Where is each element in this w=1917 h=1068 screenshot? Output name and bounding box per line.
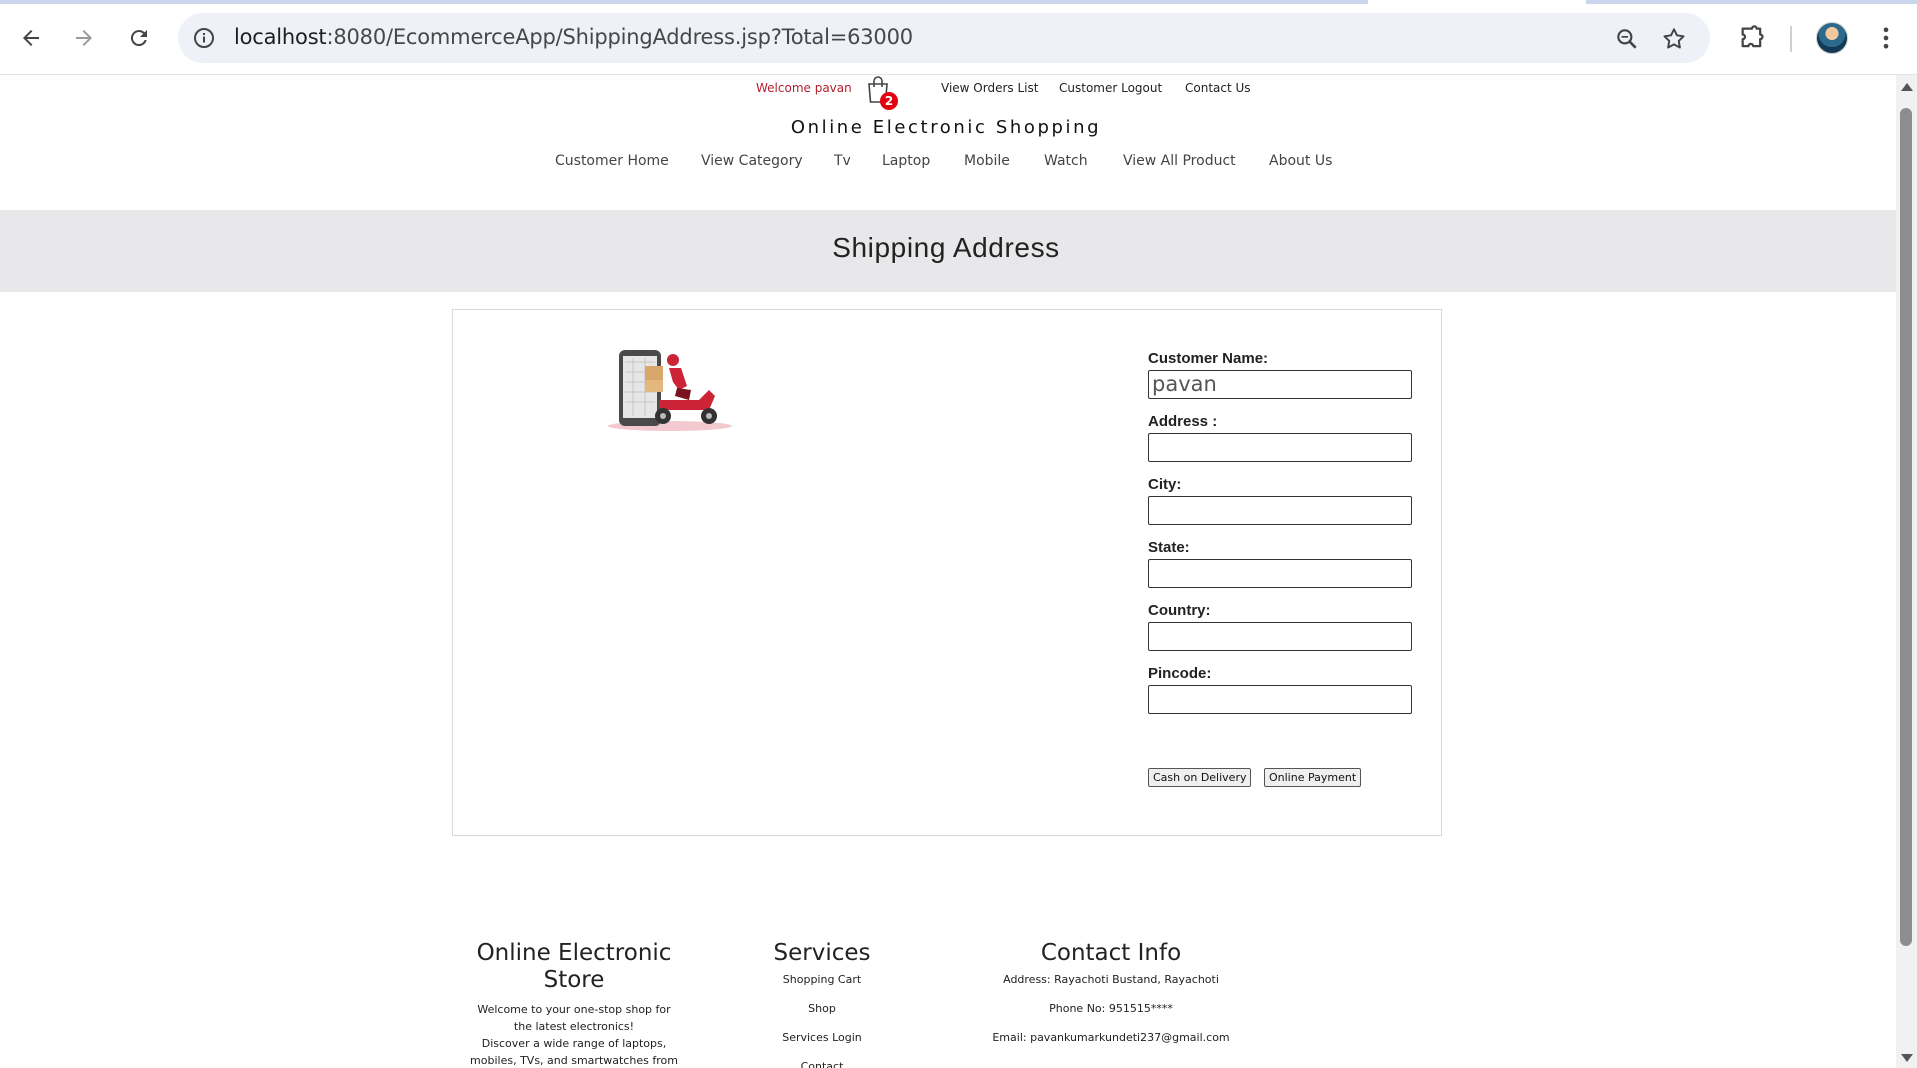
scroll-up-arrow-icon[interactable] bbox=[1901, 83, 1913, 91]
cash-on-delivery-button[interactable]: Cash on Delivery bbox=[1148, 768, 1252, 787]
footer-store-line: mobiles, TVs, and smartwatches from bbox=[470, 1054, 678, 1067]
state-input[interactable] bbox=[1148, 559, 1412, 588]
page-banner: Shipping Address bbox=[0, 210, 1896, 292]
footer-contact-email: Email: pavankumarkundeti237@gmail.com bbox=[992, 1031, 1230, 1044]
reload-icon[interactable] bbox=[119, 18, 159, 58]
menu-laptop[interactable]: Laptop bbox=[882, 153, 930, 169]
customer-name-input[interactable]: pavan bbox=[1148, 370, 1412, 399]
pincode-input[interactable] bbox=[1148, 685, 1412, 714]
address-label: Address : bbox=[1148, 413, 1218, 430]
page-content: Welcome pavan 2 View Orders List Custome… bbox=[0, 75, 1896, 1068]
bookmark-star-icon[interactable] bbox=[1661, 26, 1687, 52]
cart-count-badge: 2 bbox=[880, 92, 898, 110]
footer-store-line: the latest electronics! bbox=[513, 1020, 635, 1033]
menu-view-all-product[interactable]: View All Product bbox=[1123, 153, 1236, 169]
menu-mobile[interactable]: Mobile bbox=[964, 153, 1010, 169]
profile-avatar[interactable] bbox=[1816, 22, 1848, 54]
city-label: City: bbox=[1148, 476, 1182, 493]
customer-name-label: Customer Name: bbox=[1148, 350, 1269, 367]
tab-strip bbox=[0, 0, 1917, 4]
menu-watch[interactable]: Watch bbox=[1044, 153, 1088, 169]
top-bar: Welcome pavan 2 View Orders List Custome… bbox=[0, 75, 1896, 115]
country-input[interactable] bbox=[1148, 622, 1412, 651]
menu-customer-home[interactable]: Customer Home bbox=[555, 153, 669, 169]
customer-logout-link[interactable]: Customer Logout bbox=[1059, 81, 1162, 95]
city-input[interactable] bbox=[1148, 496, 1412, 525]
forward-arrow-icon[interactable] bbox=[64, 18, 104, 58]
footer-store-line: Discover a wide range of laptops, bbox=[481, 1037, 667, 1050]
delivery-scooter-illustration bbox=[608, 350, 732, 431]
footer-link-shop[interactable]: Shop bbox=[752, 1000, 892, 1017]
state-label: State: bbox=[1148, 539, 1190, 556]
menu-tv[interactable]: Tv bbox=[834, 153, 851, 169]
page-title: Shipping Address bbox=[832, 232, 1060, 263]
footer-contact-phone: Phone No: 951515**** bbox=[1049, 1002, 1173, 1015]
site-info-icon[interactable] bbox=[192, 26, 216, 50]
footer-contact-address: Address: Rayachoti Bustand, Rayachoti bbox=[1003, 973, 1219, 986]
menu-view-category[interactable]: View Category bbox=[701, 153, 803, 169]
menu-about-us[interactable]: About Us bbox=[1269, 153, 1332, 169]
country-label: Country: bbox=[1148, 602, 1211, 619]
view-orders-link[interactable]: View Orders List bbox=[941, 81, 1038, 95]
footer-link-services-login[interactable]: Services Login bbox=[752, 1029, 892, 1046]
footer-services-title: Services bbox=[773, 940, 871, 966]
footer-link-contact[interactable]: Contact bbox=[752, 1058, 892, 1068]
more-menu-icon[interactable] bbox=[1872, 24, 1900, 52]
shipping-form-card: Customer Name: pavan Address : City: Sta… bbox=[452, 309, 1442, 836]
footer-link-shopping-cart[interactable]: Shopping Cart bbox=[752, 971, 892, 988]
site-title: Online Electronic Shopping bbox=[790, 117, 1102, 138]
main-menu: Customer Home View Category Tv Laptop Mo… bbox=[0, 153, 1896, 179]
url-text[interactable]: localhost:8080/EcommerceApp/ShippingAddr… bbox=[234, 25, 913, 49]
page-scrollbar[interactable] bbox=[1896, 75, 1917, 1068]
pincode-label: Pincode: bbox=[1148, 665, 1212, 682]
contact-us-link[interactable]: Contact Us bbox=[1185, 81, 1251, 95]
footer-store-line: Welcome to your one-stop shop for bbox=[477, 1003, 671, 1016]
scrollbar-thumb[interactable] bbox=[1900, 108, 1912, 946]
footer-store-title: Online Electronic Store bbox=[476, 940, 672, 993]
online-payment-button[interactable]: Online Payment bbox=[1264, 768, 1362, 787]
welcome-text: Welcome pavan bbox=[756, 81, 852, 95]
back-arrow-icon[interactable] bbox=[11, 18, 51, 58]
browser-toolbar: localhost:8080/EcommerceApp/ShippingAddr… bbox=[0, 0, 1917, 75]
toolbar-divider bbox=[1790, 26, 1792, 52]
zoom-icon[interactable] bbox=[1614, 26, 1640, 52]
scroll-down-arrow-icon[interactable] bbox=[1901, 1054, 1913, 1062]
footer-contact-title: Contact Info bbox=[1040, 940, 1182, 966]
address-input[interactable] bbox=[1148, 433, 1412, 462]
extensions-puzzle-icon[interactable] bbox=[1738, 24, 1766, 52]
address-bar[interactable]: localhost:8080/EcommerceApp/ShippingAddr… bbox=[178, 13, 1710, 63]
